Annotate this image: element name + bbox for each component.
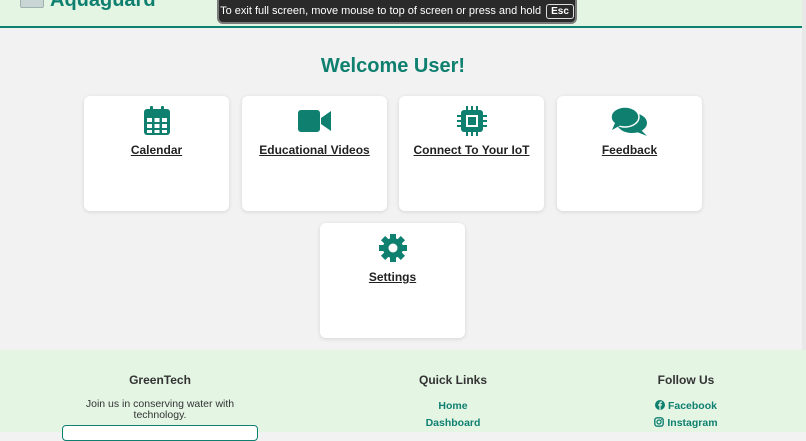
page-footer: GreenTech Join us in conserving water wi… [0,350,806,441]
card-connect-iot[interactable]: Connect To Your IoT [399,96,544,211]
facebook-label: Facebook [667,400,717,412]
facebook-icon [655,400,666,410]
esc-key-badge: Esc [546,3,574,19]
logo-image [20,0,44,8]
comments-icon [557,106,702,136]
instagram-icon [654,417,665,427]
footer-link-facebook[interactable]: Facebook [636,398,736,415]
calendar-icon [84,106,229,136]
card-calendar[interactable]: Calendar [84,96,229,211]
card-label[interactable]: Feedback [557,143,702,157]
microchip-icon [399,106,544,136]
card-feedback[interactable]: Feedback [557,96,702,211]
instagram-label: Instagram [667,417,718,429]
video-camera-icon [242,106,387,136]
footer-link-dashboard[interactable]: Dashboard [393,415,513,432]
welcome-heading: Welcome User! [320,55,466,77]
follow-us-title: Follow Us [657,373,715,387]
card-label[interactable]: Connect To Your IoT [399,143,544,157]
quick-links-title: Quick Links [418,373,488,387]
card-label[interactable]: Calendar [84,143,229,157]
footer-about: GreenTech Join us in conserving water wi… [60,373,260,421]
fullscreen-exit-banner: To exit full screen, move mouse to top o… [217,0,577,24]
newsletter-input[interactable] [62,425,258,441]
card-educational-videos[interactable]: Educational Videos [242,96,387,211]
app-logo-text[interactable]: Aquaguard [50,0,156,12]
footer-follow: Follow Us Facebook Instagram [636,373,736,432]
footer-quick-links: Quick Links Home Dashboard [393,373,513,432]
card-settings[interactable]: Settings [320,223,465,338]
footer-about-text: Join us in conserving water with technol… [85,398,235,421]
card-label[interactable]: Settings [320,270,465,284]
card-label[interactable]: Educational Videos [242,143,387,157]
fullscreen-message: To exit full screen, move mouse to top o… [220,5,542,17]
footer-about-title: GreenTech [129,373,191,387]
footer-link-instagram[interactable]: Instagram [636,415,736,432]
gear-icon [320,233,465,263]
footer-link-home[interactable]: Home [393,398,513,415]
